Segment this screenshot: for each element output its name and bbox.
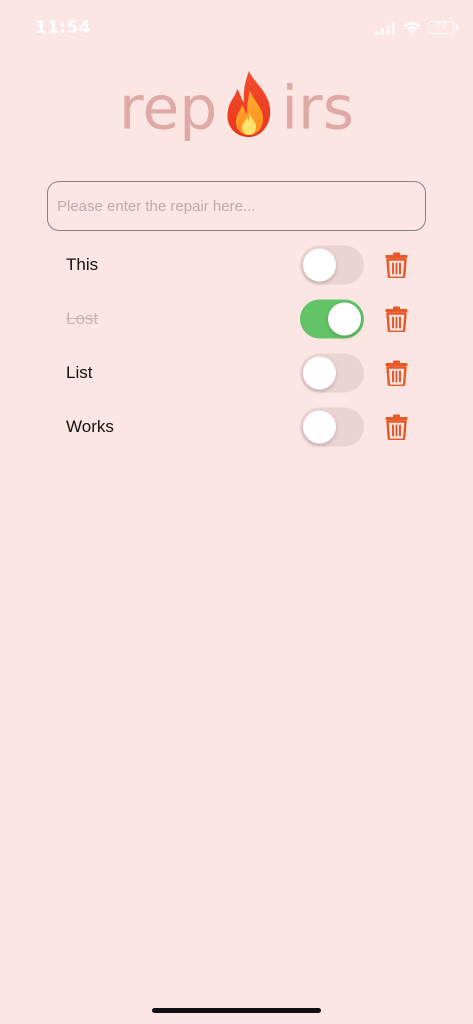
list-item: This [0,238,473,292]
app-title: rep irs [0,70,473,143]
trash-icon[interactable] [385,252,408,278]
repair-list: This Lost List Works [0,238,473,454]
trash-icon[interactable] [385,306,408,332]
done-toggle[interactable] [300,299,364,339]
status-time: 11:54 [35,18,91,38]
status-icons: 77 [374,20,458,35]
trash-icon[interactable] [385,360,408,386]
toggle-knob [303,410,336,444]
battery-icon: 77 [428,21,458,34]
item-label: This [66,255,99,274]
toggle-knob [303,248,336,282]
list-item: Works [0,400,473,454]
done-toggle[interactable] [300,407,364,447]
item-label: List [66,363,93,382]
battery-level: 77 [435,22,448,32]
done-toggle[interactable] [300,245,364,285]
repair-input-container [47,181,426,231]
status-bar: 11:54 77 [0,0,473,56]
list-item: List [0,346,473,400]
home-indicator[interactable] [152,1008,321,1013]
repair-input[interactable] [48,182,425,230]
toggle-knob [328,302,361,336]
toggle-knob [303,356,336,390]
title-text-before: rep [119,73,218,144]
list-item: Lost [0,292,473,346]
title-text-after: irs [281,73,354,144]
trash-icon[interactable] [385,414,408,440]
wifi-icon [403,22,421,35]
flame-icon [227,71,271,138]
signal-icon [375,21,395,35]
item-label: Works [66,417,114,436]
item-label: Lost [66,309,99,328]
done-toggle[interactable] [300,353,364,393]
